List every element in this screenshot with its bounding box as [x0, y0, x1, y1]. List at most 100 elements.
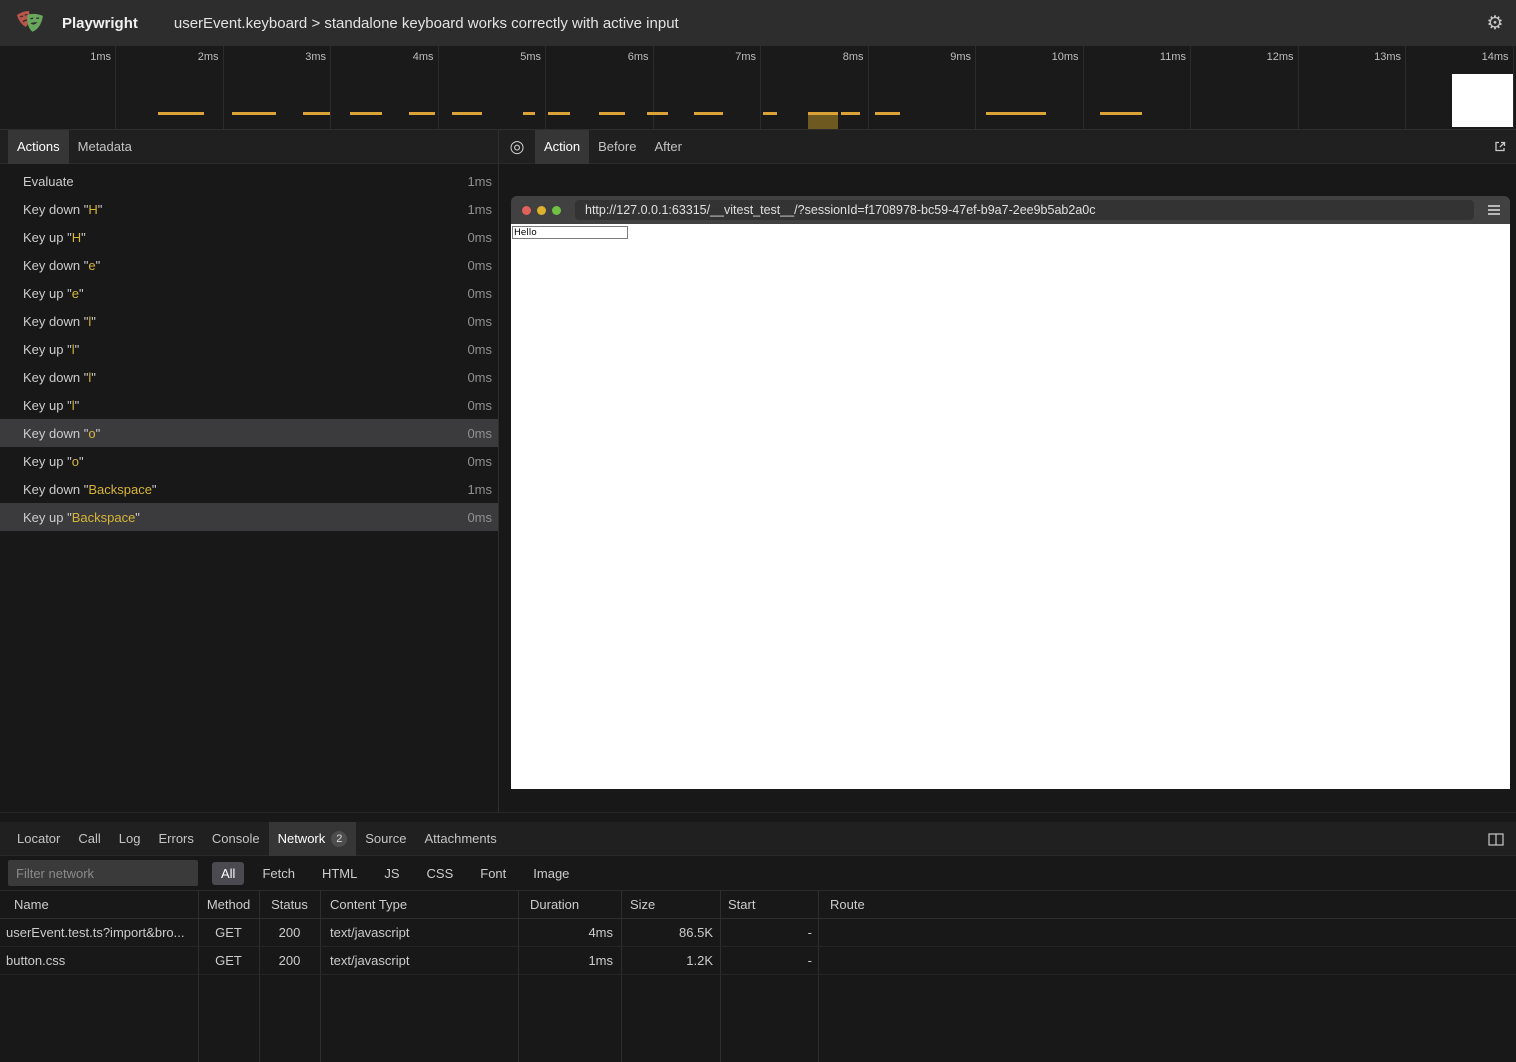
timeline-tick-label: 9ms — [905, 51, 971, 63]
column-header: Duration — [530, 891, 618, 919]
filter-chip-all[interactable]: All — [212, 862, 244, 885]
resource-type-filters: All Fetch HTML JS CSS Font Image — [212, 862, 587, 885]
timeline-grid-line — [1083, 46, 1084, 129]
timeline-tick-label: 12ms — [1228, 51, 1294, 63]
timeline-action-bar — [548, 112, 570, 115]
action-row[interactable]: Key up "o"0ms — [0, 447, 498, 475]
network-filter-input[interactable] — [8, 860, 198, 886]
timeline-grid-line — [1298, 46, 1299, 129]
action-title: Key up "Backspace" — [23, 510, 140, 525]
playwright-logo-icon — [14, 6, 48, 40]
maximize-dot-icon — [552, 206, 561, 215]
tab-network[interactable]: Network2 — [269, 822, 357, 856]
tab-errors[interactable]: Errors — [149, 822, 202, 856]
cell-size: 86.5K — [621, 919, 713, 947]
settings-gear-icon[interactable]: ⚙ — [1483, 12, 1507, 36]
cell-name: button.css — [6, 947, 194, 975]
actions-tabstrip: ActionsMetadata — [0, 130, 498, 164]
filter-chip-css[interactable]: CSS — [418, 862, 463, 885]
timeline-action-bar — [452, 112, 482, 115]
action-title: Key down "e" — [23, 258, 100, 273]
timeline-grid-line — [868, 46, 869, 129]
action-row[interactable]: Key down "o"0ms — [0, 419, 498, 447]
timeline-tick-label: 10ms — [1013, 51, 1079, 63]
filter-chip-js[interactable]: JS — [375, 862, 408, 885]
action-title: Key up "H" — [23, 230, 86, 245]
network-request-row[interactable]: button.cssGET200text/javascript1ms1.2K- — [0, 947, 1516, 975]
film-strip-thumbnail[interactable] — [1452, 74, 1513, 127]
tab-console[interactable]: Console — [203, 822, 269, 856]
timeline-tick-label: 14ms — [1443, 51, 1509, 63]
action-duration: 0ms — [467, 370, 492, 385]
timeline-action-bar — [875, 112, 900, 115]
open-external-icon[interactable] — [1488, 135, 1512, 159]
action-row[interactable]: Key down "e"0ms — [0, 251, 498, 279]
timeline-strip[interactable]: 1ms2ms3ms4ms5ms6ms7ms8ms9ms10ms11ms12ms1… — [0, 46, 1516, 130]
minimize-dot-icon — [537, 206, 546, 215]
cell-content_type: text/javascript — [330, 919, 514, 947]
snapshot-panel: ◎ ActionBeforeAfter http://127.0.0.1:633… — [498, 130, 1516, 812]
timeline-action-bar — [841, 112, 860, 115]
action-duration: 0ms — [467, 342, 492, 357]
timeline-action-bar — [599, 112, 625, 115]
column-header: Status — [259, 891, 320, 919]
timeline-action-bar — [303, 112, 330, 115]
action-row[interactable]: Key up "l" 0ms — [0, 391, 498, 419]
action-title: Key down "l" — [23, 370, 96, 385]
action-row[interactable]: Key up "Backspace"0ms — [0, 503, 498, 531]
action-row[interactable]: Key down "l"0ms — [0, 307, 498, 335]
timeline-action-bar — [350, 112, 382, 115]
tab-log[interactable]: Log — [110, 822, 150, 856]
timeline-action-bar — [1100, 112, 1142, 115]
timeline-action-bar — [232, 112, 276, 115]
filter-chip-fetch[interactable]: Fetch — [253, 862, 304, 885]
action-row[interactable]: Key up "l"0ms — [0, 335, 498, 363]
action-title: Key down "H" — [23, 202, 102, 217]
tab-action[interactable]: Action — [535, 130, 589, 164]
action-row[interactable]: Key up "e"0ms — [0, 279, 498, 307]
timeline-grid-line — [330, 46, 331, 129]
cell-start: - — [720, 919, 812, 947]
hamburger-menu-icon — [1487, 204, 1501, 219]
action-row[interactable]: Key up "H"0ms — [0, 223, 498, 251]
timeline-grid-line — [438, 46, 439, 129]
cell-method: GET — [198, 919, 259, 947]
tab-locator[interactable]: Locator — [8, 822, 69, 856]
action-row[interactable]: Key down "Backspace"1ms — [0, 475, 498, 503]
timeline-grid-line — [545, 46, 546, 129]
cell-start: - — [720, 947, 812, 975]
filter-chip-image[interactable]: Image — [524, 862, 578, 885]
tab-after[interactable]: After — [645, 130, 690, 164]
cell-name: userEvent.test.ts?import&bro... — [6, 919, 194, 947]
tab-attachments[interactable]: Attachments — [415, 822, 505, 856]
action-title: Key down "Backspace" — [23, 482, 157, 497]
timeline-tick-label: 5ms — [475, 51, 541, 63]
tab-call[interactable]: Call — [69, 822, 109, 856]
action-row[interactable]: Evaluate1ms — [0, 167, 498, 195]
action-title: Key up "l" — [23, 398, 79, 413]
network-request-row[interactable]: userEvent.test.ts?import&bro...GET200tex… — [0, 919, 1516, 947]
action-duration: 0ms — [467, 398, 492, 413]
timeline-tick-label: 11ms — [1120, 51, 1186, 63]
details-tabstrip: LocatorCallLogErrorsConsoleNetwork2Sourc… — [0, 822, 1516, 856]
actions-panel: ActionsMetadata Evaluate1msKey down "H"1… — [0, 130, 498, 812]
action-duration: 0ms — [467, 426, 492, 441]
timeline-action-bar — [808, 112, 838, 115]
column-header: Size — [630, 891, 716, 919]
timeline-grid-line — [223, 46, 224, 129]
column-header: Route — [830, 891, 950, 919]
action-row[interactable]: Key down "l" 0ms — [0, 363, 498, 391]
split-view-toggle-icon[interactable] — [1484, 827, 1508, 851]
tab-actions[interactable]: Actions — [8, 130, 69, 164]
column-header: Method — [198, 891, 259, 919]
pick-locator-target-icon[interactable]: ◎ — [505, 135, 529, 159]
tab-source[interactable]: Source — [356, 822, 415, 856]
tab-metadata[interactable]: Metadata — [69, 130, 141, 164]
timeline-grid-line — [653, 46, 654, 129]
action-row[interactable]: Key down "H"1ms — [0, 195, 498, 223]
filter-chip-html[interactable]: HTML — [313, 862, 366, 885]
tab-before[interactable]: Before — [589, 130, 645, 164]
timeline-tick-label: 1ms — [45, 51, 111, 63]
cell-route — [830, 947, 950, 975]
filter-chip-font[interactable]: Font — [471, 862, 515, 885]
